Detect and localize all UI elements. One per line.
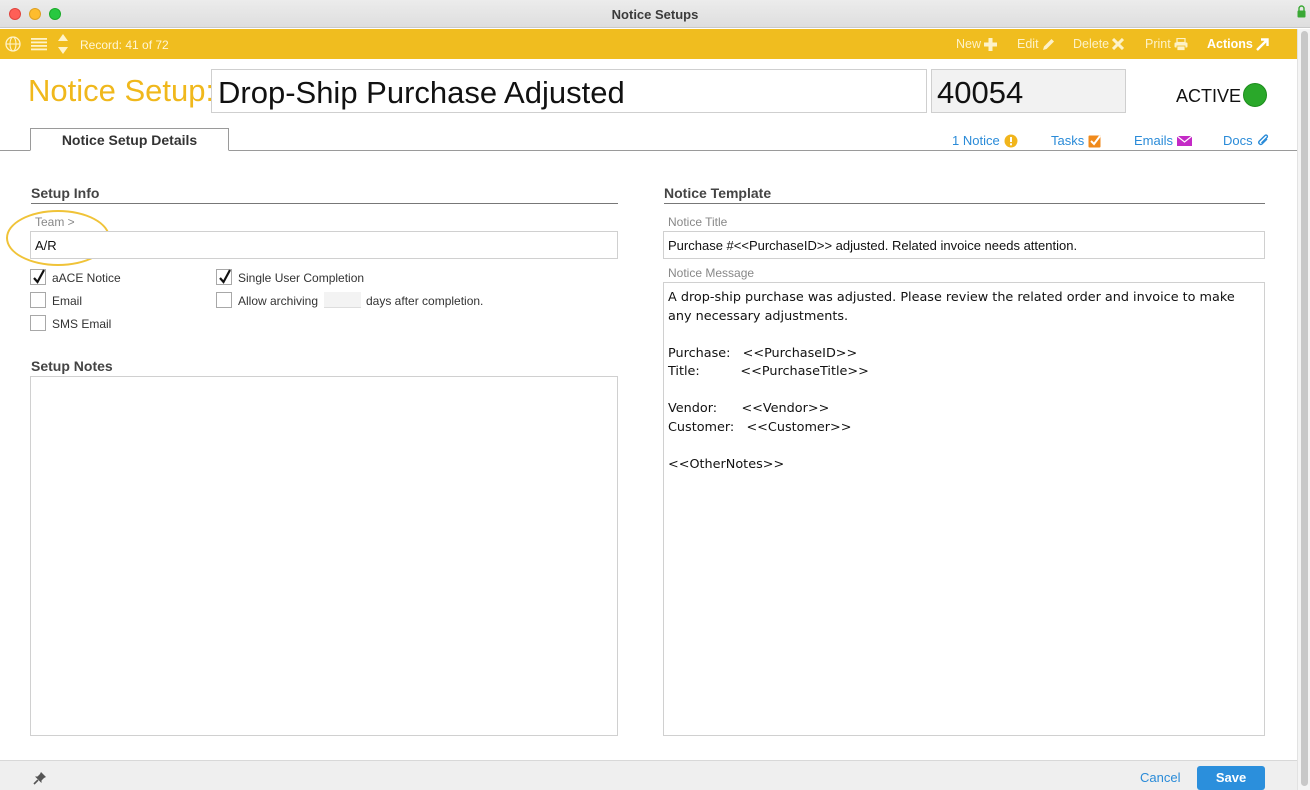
setup-notes-field[interactable] [30, 376, 618, 736]
aace-notice-checkbox[interactable] [30, 269, 46, 285]
record-toolbar: Record: 41 of 72 New Edit Delete Print A… [0, 29, 1297, 59]
notice-setup-name-field[interactable]: Drop-Ship Purchase Adjusted [211, 69, 927, 113]
notice-template-divider [664, 203, 1265, 204]
archive-days-field[interactable] [324, 292, 361, 308]
checkmark-icon [33, 269, 45, 284]
notice-link-label: 1 Notice [952, 133, 1000, 148]
arrow-up-right-icon [1255, 37, 1269, 51]
emails-link-label: Emails [1134, 133, 1174, 148]
notice-setup-id-field: 40054 [931, 69, 1126, 113]
vertical-scrollbar[interactable] [1297, 29, 1310, 790]
app-window: Notice Setups Record: 41 of 72 New Edit … [0, 0, 1310, 790]
alert-icon [1004, 134, 1018, 147]
sms-email-checkbox[interactable] [30, 315, 46, 331]
sms-email-label: SMS Email [52, 317, 112, 331]
delete-button[interactable]: Delete [1073, 37, 1125, 51]
notice-template-heading: Notice Template [664, 185, 772, 201]
allow-archiving-label: Allow archiving [238, 294, 319, 308]
print-label: Print [1145, 37, 1171, 51]
notice-title-field[interactable]: Purchase #<<PurchaseID>> adjusted. Relat… [663, 231, 1265, 259]
notice-message-label: Notice Message [668, 266, 755, 280]
setup-info-heading: Setup Info [31, 185, 100, 201]
checkmark-icon [219, 269, 231, 284]
new-label: New [956, 37, 982, 51]
delete-label: Delete [1073, 37, 1110, 51]
x-icon [1112, 38, 1125, 50]
tasks-link[interactable]: Tasks [1051, 133, 1102, 148]
edit-label: Edit [1017, 37, 1039, 51]
list-menu-icon[interactable] [31, 37, 47, 51]
pencil-icon [1042, 38, 1054, 50]
team-label[interactable]: Team > [35, 215, 75, 229]
setup-info-divider [31, 203, 618, 204]
notice-link[interactable]: 1 Notice [952, 133, 1018, 148]
tasks-link-label: Tasks [1051, 133, 1085, 148]
scrollbar-thumb[interactable] [1301, 31, 1308, 786]
email-label: Email [52, 294, 83, 308]
docs-link[interactable]: Docs [1223, 133, 1271, 148]
single-user-completion-checkbox[interactable] [216, 269, 232, 285]
notice-title-label: Notice Title [668, 215, 728, 229]
days-after-completion-label: days after completion. [366, 294, 484, 308]
window-title: Notice Setups [611, 7, 699, 22]
paperclip-icon [1257, 133, 1268, 145]
edit-button[interactable]: Edit [1017, 37, 1055, 51]
checkbox-task-icon [1088, 134, 1102, 147]
email-checkbox[interactable] [30, 292, 46, 308]
record-navigation-icon[interactable] [57, 33, 69, 55]
actions-label: Actions [1207, 37, 1253, 51]
status-label: ACTIVE [1176, 86, 1242, 106]
allow-archiving-checkbox[interactable] [216, 292, 232, 308]
emails-link[interactable]: Emails [1134, 133, 1193, 148]
lock-icon [1297, 5, 1306, 18]
record-type-label: Notice Setup: [28, 73, 215, 108]
plus-icon [984, 37, 998, 51]
status-indicator-icon[interactable] [1243, 83, 1267, 107]
aace-notice-label: aACE Notice [52, 271, 121, 285]
single-user-completion-label: Single User Completion [238, 271, 365, 285]
envelope-icon [1177, 135, 1193, 146]
title-bar: Notice Setups [0, 0, 1310, 28]
docs-link-label: Docs [1223, 133, 1253, 148]
save-button[interactable]: Save [1197, 766, 1265, 790]
printer-icon [1174, 37, 1188, 51]
new-button[interactable]: New [956, 37, 998, 51]
tab-notice-setup-details[interactable]: Notice Setup Details [30, 128, 229, 151]
actions-button[interactable]: Actions [1207, 37, 1269, 51]
record-counter: Record: 41 of 72 [80, 38, 169, 52]
print-button[interactable]: Print [1145, 37, 1188, 51]
globe-icon[interactable] [5, 36, 21, 52]
cancel-button[interactable]: Cancel [1140, 770, 1180, 785]
notice-message-field[interactable]: A drop-ship purchase was adjusted. Pleas… [663, 282, 1265, 736]
team-field[interactable]: A/R [30, 231, 618, 259]
pin-icon[interactable] [33, 771, 47, 785]
setup-notes-heading: Setup Notes [31, 358, 113, 374]
footer-bar: Cancel Save [0, 760, 1297, 790]
